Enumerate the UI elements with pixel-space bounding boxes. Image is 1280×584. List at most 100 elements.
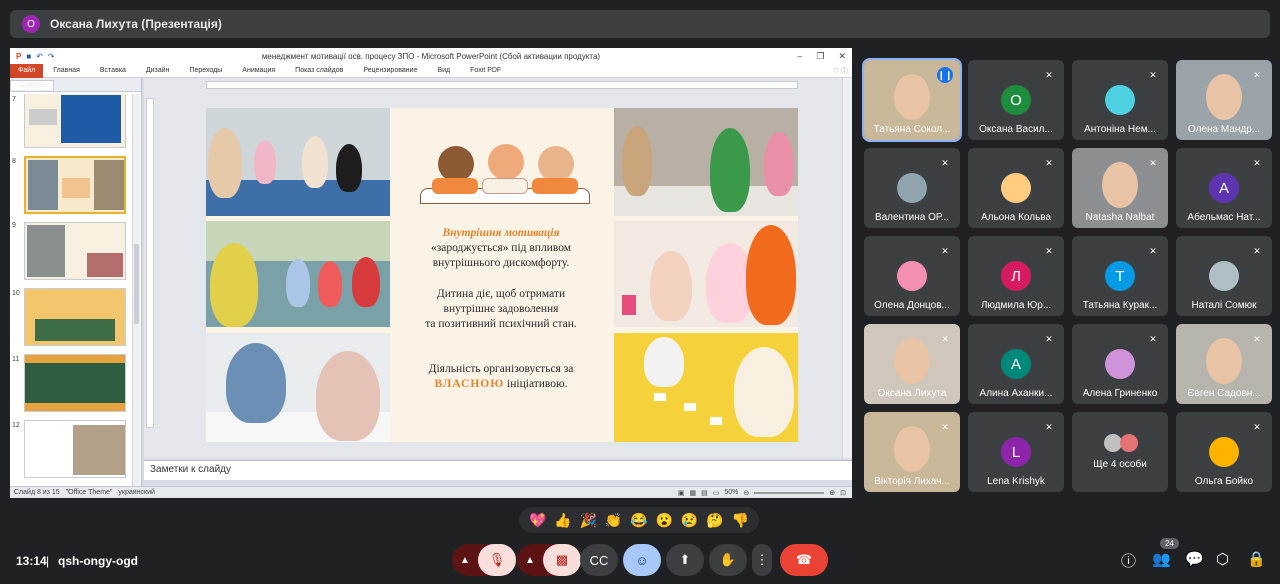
tab-insert[interactable]: Вставка <box>90 67 136 74</box>
reaction-heart[interactable]: 💖 <box>529 512 546 529</box>
tab-design[interactable]: Дизайн <box>136 67 180 74</box>
tab-animation[interactable]: Анимация <box>232 67 285 74</box>
zoom-slider[interactable] <box>754 491 825 494</box>
participant-name: Олена Мандр... <box>1187 124 1261 135</box>
tab-home[interactable]: Главная <box>43 67 90 74</box>
reaction-laugh[interactable]: 😂 <box>630 512 647 529</box>
muted-mic-icon: ✕ <box>1149 69 1157 80</box>
slide-thumb-11[interactable] <box>24 354 126 412</box>
more-options-icon[interactable]: ⋮ <box>752 544 772 576</box>
participant-tile[interactable]: А ✕ Алина Аханки... <box>968 324 1064 404</box>
help-icon[interactable]: ♡ ⓘ <box>823 66 852 76</box>
zoom-out-icon[interactable]: ⊖ <box>743 489 749 497</box>
participant-avatar <box>1209 261 1239 291</box>
reaction-thumbs-down[interactable]: 👎 <box>732 512 749 529</box>
participant-tile[interactable]: ❙❙ Татьяна Сокол... <box>862 58 962 142</box>
muted-mic-icon: ✕ <box>1149 245 1157 256</box>
muted-mic-icon: ✕ <box>941 157 949 168</box>
reaction-surprised[interactable]: 😮 <box>656 512 673 529</box>
emoji-icon[interactable]: ☺ <box>623 544 661 576</box>
restore-icon[interactable]: ❐ <box>816 51 824 62</box>
camera-options-chevron-icon[interactable]: ▲ <box>517 555 543 566</box>
undo-icon[interactable]: ↶ <box>36 52 43 61</box>
mic-control-group: ▲ 🎙 <box>452 544 516 576</box>
participant-tile[interactable]: О ✕ Оксана Васил... <box>968 60 1064 140</box>
participant-avatar <box>1105 85 1135 115</box>
slide-thumb-8[interactable] <box>24 156 126 214</box>
tab-foxit[interactable]: Foxit PDF <box>460 67 511 74</box>
participant-face <box>894 338 930 384</box>
current-slide[interactable]: Внутрішня мотивація «зароджується» під в… <box>206 108 798 442</box>
close-icon[interactable]: ✕ <box>838 51 846 62</box>
notes-field[interactable]: Заметки к слайду <box>144 460 852 480</box>
camera-off-icon[interactable]: ▩ <box>543 544 581 576</box>
captions-icon[interactable]: CC <box>580 544 618 576</box>
muted-mic-icon <box>1145 419 1161 435</box>
slide-text-line: ВЛАСНОЮ ініціативою. <box>392 377 610 392</box>
slide-scrollbar[interactable] <box>842 78 852 458</box>
tab-transitions[interactable]: Переходы <box>179 67 232 74</box>
view-reading-icon[interactable]: ▤ <box>701 489 708 497</box>
participant-tile[interactable]: ✕ Антоніна Нем... <box>1072 60 1168 140</box>
tab-slideshow[interactable]: Показ слайдов <box>285 67 353 74</box>
leave-call-icon[interactable]: ☎ <box>780 544 828 576</box>
participant-tile[interactable]: ✕ Алена Гриненко <box>1072 324 1168 404</box>
participant-tile[interactable]: L ✕ Lena Krishyk <box>968 412 1064 492</box>
tab-slides[interactable]: Слайды <box>10 79 55 90</box>
participant-avatar: Л <box>1001 261 1031 291</box>
participant-tile[interactable]: ✕ Олена Донцов... <box>864 236 960 316</box>
slide-thumb-12[interactable] <box>24 420 126 478</box>
mic-options-chevron-icon[interactable]: ▲ <box>452 555 478 566</box>
slide-thumb-10[interactable] <box>24 288 126 346</box>
tab-file[interactable]: Файл <box>10 63 44 78</box>
view-slideshow-icon[interactable]: ▭ <box>713 489 720 497</box>
zoom-in-icon[interactable]: ⊕ <box>829 489 835 497</box>
fit-slide-icon[interactable]: ⊡ <box>840 489 846 497</box>
participant-face <box>894 74 930 120</box>
tab-view[interactable]: Вид <box>427 67 460 74</box>
participant-tile[interactable]: А ✕ Абельмас Нат... <box>1176 148 1272 228</box>
participant-tile[interactable]: ✕ Ольга Бойко <box>1176 412 1272 492</box>
chat-icon[interactable]: 💬 <box>1185 550 1204 568</box>
reaction-clap[interactable]: 👏 <box>605 512 622 529</box>
participant-tile[interactable]: ✕ Оксана Лихута <box>864 324 960 404</box>
meeting-info-icon[interactable]: ⓘ <box>1121 550 1136 571</box>
tab-outline[interactable]: Структура <box>54 80 103 89</box>
panel-scrollbar[interactable] <box>132 94 140 486</box>
participant-tile[interactable]: Т ✕ Татьяна Курак... <box>1072 236 1168 316</box>
participant-tile[interactable]: ✕ Вікторія Лихач... <box>864 412 960 492</box>
participant-tile[interactable]: ✕ Наталі Сомюк <box>1176 236 1272 316</box>
minimize-icon[interactable]: – <box>797 51 802 62</box>
participant-tile[interactable]: ✕ Альона Кольва <box>968 148 1064 228</box>
participant-tile[interactable]: ✕ Валентина ОР... <box>864 148 960 228</box>
participant-avatar <box>1105 349 1135 379</box>
participant-tile[interactable]: Л ✕ Людмила Юр... <box>968 236 1064 316</box>
activities-icon[interactable]: ⬡ <box>1216 550 1229 568</box>
view-sorter-icon[interactable]: ▦ <box>689 489 696 497</box>
participant-tile[interactable]: ✕ Олена Мандр... <box>1176 60 1272 140</box>
muted-mic-icon: ✕ <box>1045 245 1053 256</box>
panel-close-icon[interactable]: ✕ <box>123 80 141 90</box>
participant-name: Алена Гриненко <box>1082 388 1158 399</box>
separator: | <box>46 554 50 568</box>
host-controls-icon[interactable]: 🔒 <box>1247 550 1266 568</box>
raise-hand-icon[interactable]: ✋ <box>709 544 747 576</box>
participant-tile[interactable]: ✕ Євген Садовн... <box>1176 324 1272 404</box>
reaction-thumbs-up[interactable]: 👍 <box>554 512 571 529</box>
people-icon[interactable]: 👥 <box>1152 550 1171 568</box>
present-screen-icon[interactable]: ⬆ <box>666 544 704 576</box>
redo-icon[interactable]: ↷ <box>48 52 55 61</box>
participant-tile[interactable]: ✕ Natasha Nalbat <box>1072 148 1168 228</box>
reaction-sad[interactable]: 😢 <box>681 512 698 529</box>
tab-review[interactable]: Рецензирование <box>353 67 427 74</box>
reaction-thinking[interactable]: 🤔 <box>706 512 723 529</box>
view-normal-icon[interactable]: ▣ <box>678 489 685 497</box>
save-icon[interactable]: ■ <box>26 52 31 61</box>
participant-tile[interactable]: Ще 4 особи <box>1072 412 1168 492</box>
reaction-party[interactable]: 🎉 <box>580 512 597 529</box>
meeting-controls: 13:14 | qsh-ongy-ogd ▲ 🎙 ▲ ▩ CC ☺ ⬆ ✋ ⋮ … <box>0 536 1280 584</box>
slide-thumb-7[interactable] <box>24 94 126 148</box>
mic-off-icon[interactable]: 🎙 <box>478 544 516 576</box>
slide-thumb-9[interactable] <box>24 222 126 280</box>
participant-name: Олена Донцов... <box>874 300 950 311</box>
